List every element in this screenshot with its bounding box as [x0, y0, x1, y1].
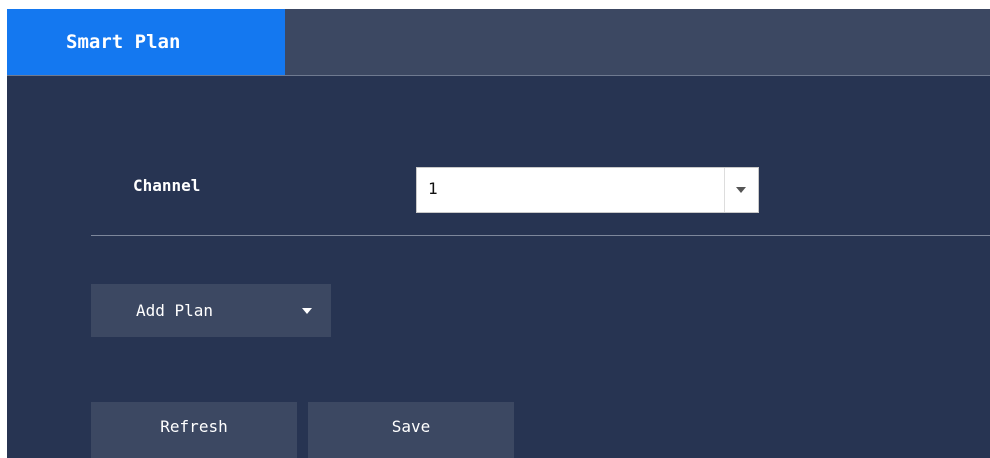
save-button[interactable]: Save: [308, 402, 514, 458]
smart-plan-panel: Smart Plan Channel 1 Add Plan Refresh Sa…: [7, 9, 990, 458]
tab-smart-plan-label: Smart Plan: [66, 31, 181, 53]
channel-select[interactable]: 1: [416, 167, 759, 213]
add-plan-label: Add Plan: [136, 301, 214, 320]
channel-label: Channel: [133, 176, 201, 195]
divider: [91, 235, 990, 236]
channel-select-dropdown-button[interactable]: [724, 168, 758, 212]
chevron-down-icon: [302, 308, 312, 314]
refresh-button[interactable]: Refresh: [91, 402, 297, 458]
tab-bar: Smart Plan: [7, 9, 990, 76]
tab-smart-plan[interactable]: Smart Plan: [7, 9, 285, 75]
add-plan-button[interactable]: Add Plan: [91, 284, 331, 337]
channel-select-value: 1: [428, 179, 438, 198]
chevron-down-icon: [736, 187, 746, 193]
